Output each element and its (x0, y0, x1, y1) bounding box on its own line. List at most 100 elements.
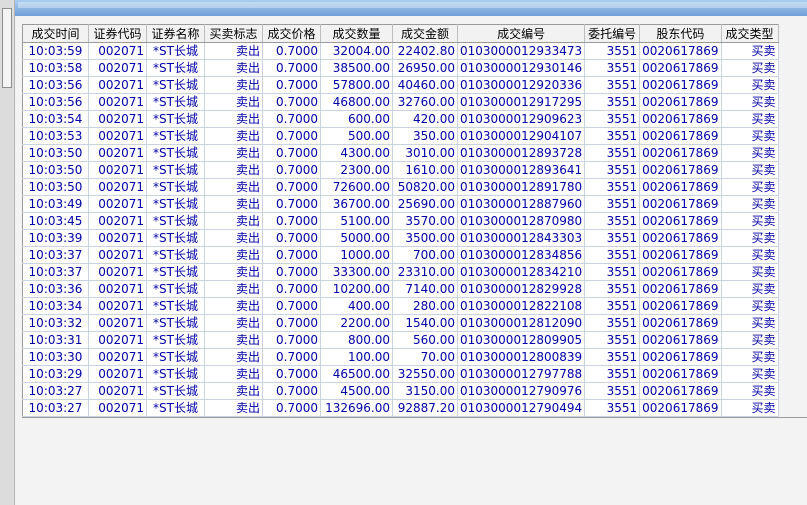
cell-buy-sell-flag: 卖出 (204, 399, 263, 417)
cell-trade-amount: 3010.00 (392, 144, 458, 162)
scrollbar-thumb[interactable] (2, 8, 12, 88)
cell-trade-quantity: 36700.00 (320, 195, 393, 213)
table-row[interactable]: 10:03:37 002071 *ST长城 卖出 0.7000 33300.00 23310… (22, 263, 779, 281)
cell-trade-quantity: 4500.00 (320, 382, 393, 400)
cell-security-code: 002071 (88, 110, 147, 128)
cell-order-number: 3551 (584, 161, 641, 179)
cell-security-name: *ST长城 (146, 178, 205, 196)
cell-trade-time: 10:03:50 (22, 178, 89, 196)
cell-buy-sell-flag: 卖出 (204, 59, 263, 77)
table-row[interactable]: 10:03:30 002071 *ST长城 卖出 0.7000 100.00 70.00 01… (22, 348, 779, 366)
cell-trade-price: 0.7000 (262, 42, 321, 60)
cell-order-number: 3551 (584, 76, 641, 94)
table-row[interactable]: 10:03:58 002071 *ST长城 卖出 0.7000 38500.00 26950… (22, 59, 779, 77)
cell-trade-time: 10:03:59 (22, 42, 89, 60)
table-row[interactable]: 10:03:59 002071 *ST长城 卖出 0.7000 32004.00 22402… (22, 42, 779, 60)
col-header-trade-quantity[interactable]: 成交数量 (320, 24, 393, 43)
table-row[interactable]: 10:03:50 002071 *ST长城 卖出 0.7000 4300.00 3010.0… (22, 144, 779, 162)
col-header-buy-sell-flag[interactable]: 买卖标志 (204, 24, 263, 43)
cell-buy-sell-flag: 卖出 (204, 127, 263, 145)
table-row[interactable]: 10:03:31 002071 *ST长城 卖出 0.7000 800.00 560.00 0… (22, 331, 779, 349)
table-row[interactable]: 10:03:27 002071 *ST长城 卖出 0.7000 132696.00 9288… (22, 399, 779, 417)
cell-trade-quantity: 500.00 (320, 127, 393, 145)
cell-trade-type: 买卖 (721, 297, 779, 315)
table-row[interactable]: 10:03:54 002071 *ST长城 卖出 0.7000 600.00 420.00 0… (22, 110, 779, 128)
table-row[interactable]: 10:03:36 002071 *ST长城 卖出 0.7000 10200.00 7140.… (22, 280, 779, 298)
table-header-row: 成交时间 证券代码 证券名称 买卖标志 成交价格 成交数量 成交金额 成交编号 … (22, 24, 779, 43)
cell-order-number: 3551 (584, 144, 641, 162)
cell-trade-amount: 32550.00 (392, 365, 458, 383)
cell-security-code: 002071 (88, 76, 147, 94)
cell-trade-quantity: 57800.00 (320, 76, 393, 94)
col-header-security-code[interactable]: 证券代码 (88, 24, 147, 43)
table-body: 10:03:59 002071 *ST长城 卖出 0.7000 32004.00 22402… (22, 42, 779, 417)
cell-trade-number: 0103000012891780 (457, 178, 586, 196)
cell-order-number: 3551 (584, 93, 641, 111)
cell-order-number: 3551 (584, 382, 641, 400)
col-header-trade-time[interactable]: 成交时间 (22, 24, 89, 43)
cell-trade-time: 10:03:56 (22, 76, 89, 94)
cell-trade-type: 买卖 (721, 365, 779, 383)
table-row[interactable]: 10:03:34 002071 *ST长城 卖出 0.7000 400.00 280.00 0… (22, 297, 779, 315)
cell-shareholder-code: 0020617869 (639, 246, 722, 264)
table-row[interactable]: 10:03:45 002071 *ST长城 卖出 0.7000 5100.00 3570.0… (22, 212, 779, 230)
cell-security-name: *ST长城 (146, 365, 205, 383)
cell-shareholder-code: 0020617869 (639, 42, 722, 60)
cell-trade-amount: 3500.00 (392, 229, 458, 247)
cell-trade-number: 0103000012800839 (457, 348, 586, 366)
cell-security-name: *ST长城 (146, 161, 205, 179)
cell-trade-time: 10:03:30 (22, 348, 89, 366)
cell-buy-sell-flag: 卖出 (204, 246, 263, 264)
table-row[interactable]: 10:03:53 002071 *ST长城 卖出 0.7000 500.00 350.00 0… (22, 127, 779, 145)
left-scrollbar[interactable] (0, 0, 15, 505)
col-header-trade-type[interactable]: 成交类型 (721, 24, 779, 43)
cell-security-name: *ST长城 (146, 42, 205, 60)
col-header-trade-price[interactable]: 成交价格 (262, 24, 321, 43)
table-row[interactable]: 10:03:50 002071 *ST长城 卖出 0.7000 72600.00 50820… (22, 178, 779, 196)
col-header-trade-number[interactable]: 成交编号 (457, 24, 586, 43)
cell-trade-time: 10:03:53 (22, 127, 89, 145)
table-row[interactable]: 10:03:37 002071 *ST长城 卖出 0.7000 1000.00 700.00… (22, 246, 779, 264)
col-header-shareholder-code[interactable]: 股东代码 (639, 24, 722, 43)
table-row[interactable]: 10:03:50 002071 *ST长城 卖出 0.7000 2300.00 1610.0… (22, 161, 779, 179)
cell-trade-time: 10:03:56 (22, 93, 89, 111)
cell-trade-time: 10:03:54 (22, 110, 89, 128)
cell-trade-quantity: 72600.00 (320, 178, 393, 196)
cell-security-name: *ST长城 (146, 280, 205, 298)
cell-buy-sell-flag: 卖出 (204, 263, 263, 281)
table-row[interactable]: 10:03:27 002071 *ST长城 卖出 0.7000 4500.00 3150.0… (22, 382, 779, 400)
cell-trade-type: 买卖 (721, 42, 779, 60)
cell-trade-amount: 280.00 (392, 297, 458, 315)
cell-trade-number: 0103000012834856 (457, 246, 586, 264)
col-header-order-number[interactable]: 委托编号 (584, 24, 641, 43)
cell-trade-quantity: 2300.00 (320, 161, 393, 179)
cell-buy-sell-flag: 卖出 (204, 76, 263, 94)
cell-trade-price: 0.7000 (262, 212, 321, 230)
cell-order-number: 3551 (584, 42, 641, 60)
cell-order-number: 3551 (584, 178, 641, 196)
cell-buy-sell-flag: 卖出 (204, 297, 263, 315)
cell-trade-time: 10:03:37 (22, 246, 89, 264)
cell-trade-amount: 3150.00 (392, 382, 458, 400)
cell-security-code: 002071 (88, 246, 147, 264)
table-row[interactable]: 10:03:32 002071 *ST长城 卖出 0.7000 2200.00 1540.0… (22, 314, 779, 332)
col-header-trade-amount[interactable]: 成交金额 (392, 24, 458, 43)
cell-trade-amount: 700.00 (392, 246, 458, 264)
table-row[interactable]: 10:03:56 002071 *ST长城 卖出 0.7000 57800.00 40460… (22, 76, 779, 94)
table-row[interactable]: 10:03:39 002071 *ST长城 卖出 0.7000 5000.00 3500.0… (22, 229, 779, 247)
cell-buy-sell-flag: 卖出 (204, 110, 263, 128)
cell-trade-quantity: 32004.00 (320, 42, 393, 60)
cell-shareholder-code: 0020617869 (639, 93, 722, 111)
cell-trade-price: 0.7000 (262, 348, 321, 366)
window-title-bar (0, 0, 807, 16)
cell-trade-number: 0103000012920336 (457, 76, 586, 94)
table-row[interactable]: 10:03:29 002071 *ST长城 卖出 0.7000 46500.00 32550… (22, 365, 779, 383)
cell-trade-amount: 26950.00 (392, 59, 458, 77)
cell-trade-price: 0.7000 (262, 127, 321, 145)
cell-security-code: 002071 (88, 59, 147, 77)
cell-buy-sell-flag: 卖出 (204, 331, 263, 349)
table-row[interactable]: 10:03:49 002071 *ST长城 卖出 0.7000 36700.00 25690… (22, 195, 779, 213)
col-header-security-name[interactable]: 证券名称 (146, 24, 205, 43)
cell-trade-price: 0.7000 (262, 280, 321, 298)
table-row[interactable]: 10:03:56 002071 *ST长城 卖出 0.7000 46800.00 32760… (22, 93, 779, 111)
